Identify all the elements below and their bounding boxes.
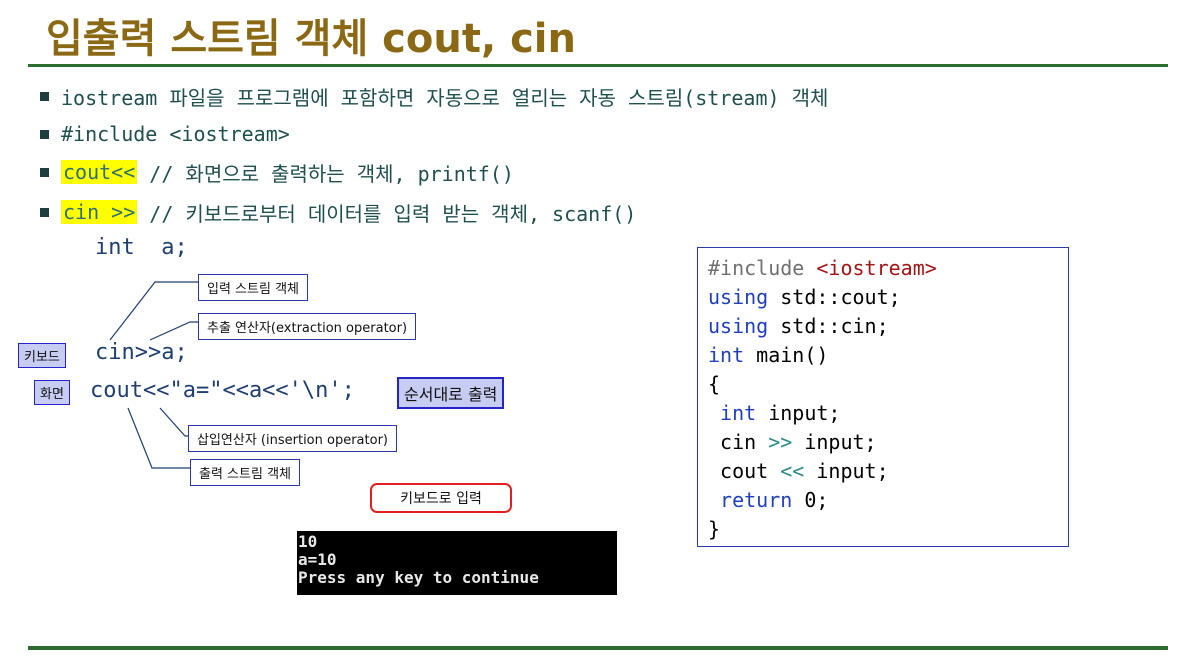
code-line: #include <iostream> — [708, 256, 937, 280]
connector-extraction — [149, 321, 200, 341]
label-extraction: 추출 연산자(extraction operator) — [198, 313, 417, 340]
code-line: using std::cin; — [708, 314, 889, 338]
code-line: { — [708, 372, 721, 396]
console-line: a=10 — [298, 550, 337, 569]
console-output: 10 a=10 Press any key to continue — [297, 531, 617, 595]
callout-keyboard-input: 키보드로 입력 — [370, 483, 512, 513]
code-line: } — [708, 517, 721, 541]
code-line: int main() — [708, 343, 829, 367]
label-output-stream: 출력 스트림 객체 — [190, 459, 300, 486]
cin-line: cin>>a; — [95, 340, 188, 365]
code-listing: #include <iostream> using std::cout; usi… — [697, 247, 1069, 547]
code-line: return 0; — [720, 488, 829, 512]
code-line: int input; — [720, 401, 841, 425]
console-line: 10 — [298, 532, 318, 551]
label-insertion: 삽입연산자 (insertion operator) — [188, 425, 397, 452]
connector-output-stream — [127, 407, 190, 469]
tag-screen: 화면 — [34, 380, 70, 405]
code-line: using std::cout; — [708, 285, 901, 309]
label-input-stream: 입력 스트림 객체 — [198, 274, 308, 301]
tag-keyboard: 키보드 — [18, 343, 66, 368]
connector-input-stream — [109, 281, 200, 341]
tag-in-order: 순서대로 출력 — [397, 377, 505, 409]
code-line: cin >> input; — [708, 430, 877, 454]
code-line: cout << input; — [708, 459, 889, 483]
cout-line: cout<<"a="<<a<<'\n'; — [90, 378, 355, 403]
console-line: Press any key to continue — [298, 568, 539, 587]
bottom-rule — [28, 646, 1168, 650]
connector-insertion — [159, 407, 190, 437]
decl-line: int a; — [95, 235, 188, 260]
